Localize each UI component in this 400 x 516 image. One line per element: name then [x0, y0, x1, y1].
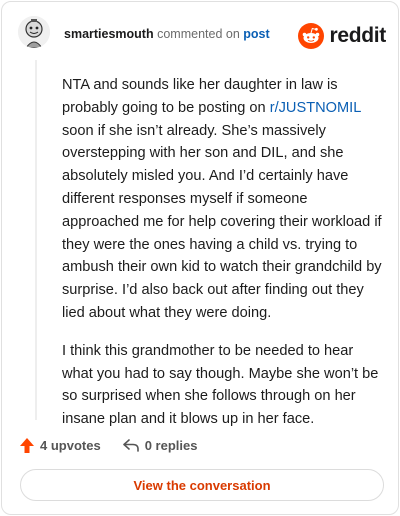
post-link[interactable]: post	[243, 27, 269, 41]
reply-button[interactable]: 0 replies	[122, 437, 198, 453]
reply-count: 0 replies	[144, 437, 198, 453]
reply-arrow-icon	[122, 438, 139, 452]
upvote-count: 4 upvotes	[40, 437, 101, 453]
comment-header: smartiesmouth commented on post reddit	[16, 14, 388, 54]
comment-body: NTA and sounds like her daughter in law …	[62, 74, 382, 446]
thread-line	[35, 60, 37, 420]
view-conversation-button[interactable]: View the conversation	[20, 469, 384, 501]
username[interactable]: smartiesmouth	[64, 27, 154, 41]
comment-paragraph-1: NTA and sounds like her daughter in law …	[62, 74, 382, 325]
brand-wordmark: reddit	[329, 24, 386, 47]
comment-card: smartiesmouth commented on post reddit N…	[1, 1, 399, 515]
user-avatar[interactable]	[18, 16, 50, 48]
comment-meta: smartiesmouth commented on post	[64, 27, 270, 41]
para1-after: soon if she isn’t already. She’s massive…	[62, 122, 382, 321]
comment-paragraph-2: I think this grandmother to be needed to…	[62, 342, 379, 428]
reddit-brand[interactable]: reddit	[298, 22, 386, 50]
subreddit-link[interactable]: r/JUSTNOMIL	[270, 100, 361, 116]
reddit-logo-icon	[298, 23, 325, 49]
upvote-arrow-icon	[20, 437, 34, 453]
upvote-button[interactable]: 4 upvotes	[20, 437, 101, 453]
avatar-image-icon	[18, 16, 50, 48]
comment-actions: 4 upvotes 0 replies	[20, 434, 219, 456]
action-text: commented on	[157, 27, 240, 41]
